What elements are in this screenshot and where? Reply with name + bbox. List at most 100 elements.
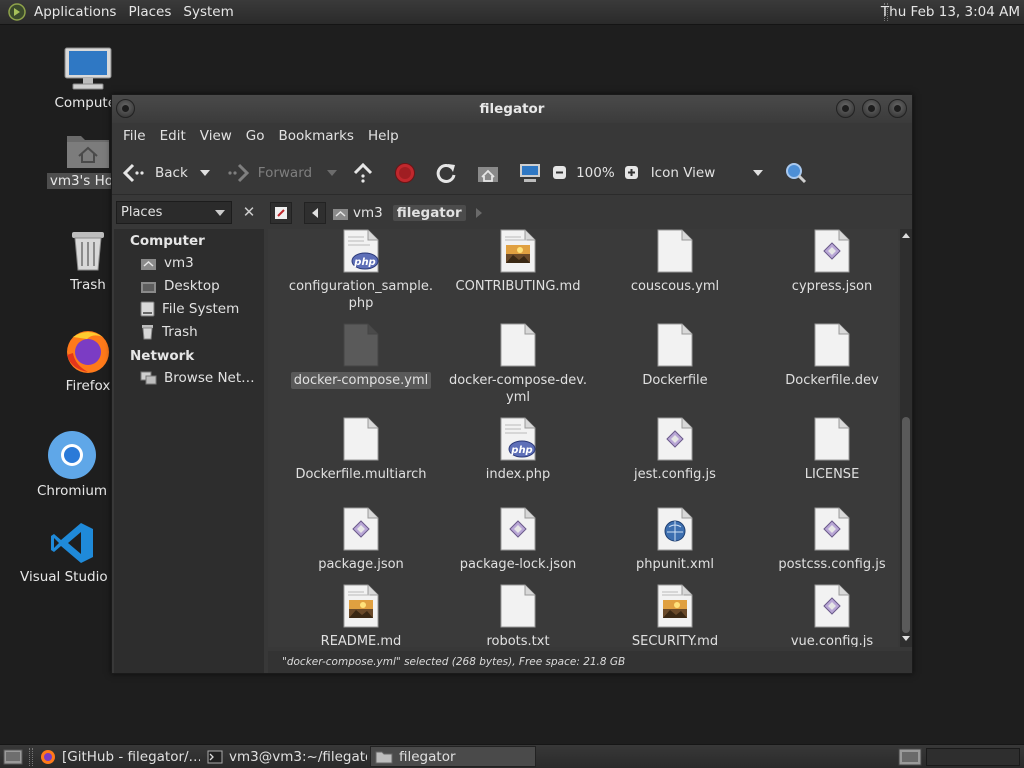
zoom-in-icon[interactable] — [624, 165, 639, 180]
file-item[interactable]: Dockerfile.multiarch — [283, 417, 439, 483]
sidebar-item-label: File System — [162, 301, 240, 317]
workspace-switcher-secondary[interactable] — [926, 748, 1020, 766]
file-name: Dockerfile.dev — [785, 373, 879, 388]
file-name: configuration_sample. php — [288, 279, 434, 311]
sidebar-item-vm3[interactable]: vm3 — [140, 255, 194, 271]
chevron-left-icon — [312, 208, 318, 218]
file-item[interactable]: jest.config.js — [597, 417, 753, 483]
taskbar-item-filegator[interactable]: filegator — [370, 746, 536, 767]
applications-menu[interactable]: Applications — [28, 4, 122, 20]
trash-icon — [68, 228, 108, 274]
php-file-icon: php — [500, 417, 536, 461]
search-icon[interactable] — [785, 162, 807, 184]
file-item[interactable]: php configuration_sample. php — [283, 229, 439, 312]
sidebar-mode-select[interactable]: Places — [116, 201, 232, 224]
forward-history-dropdown-icon[interactable] — [327, 169, 338, 176]
places-menu[interactable]: Places — [122, 4, 177, 20]
workspace-switcher-icon[interactable] — [898, 748, 922, 766]
file-name: package.json — [318, 557, 404, 572]
svg-text:php: php — [353, 257, 375, 268]
toolbar: Back Forward 100% Icon View — [112, 151, 912, 195]
scroll-up-icon[interactable] — [902, 233, 910, 238]
file-item[interactable]: docker-compose.yml — [283, 323, 439, 389]
menu-bar: File Edit View Go Bookmarks Help — [112, 123, 912, 149]
file-item[interactable]: robots.txt — [440, 584, 596, 647]
forward-arrow-icon — [226, 162, 250, 184]
php-file-icon: php — [343, 229, 379, 273]
file-item[interactable]: LICENSE — [754, 417, 898, 483]
sidebar-item-trash[interactable]: Trash — [140, 324, 198, 340]
edit-icon — [274, 206, 288, 220]
file-item[interactable]: package.json — [283, 507, 439, 573]
home-icon — [332, 206, 349, 221]
menu-bookmarks[interactable]: Bookmarks — [272, 128, 361, 144]
system-menu[interactable]: System — [177, 4, 239, 20]
minimize-button[interactable] — [836, 99, 855, 118]
file-name: phpunit.xml — [635, 557, 715, 572]
file-item[interactable]: Dockerfile.dev — [754, 323, 898, 389]
sidebar-item-desktop[interactable]: Desktop — [140, 278, 220, 294]
sidebar-item-file-system[interactable]: File System — [140, 301, 239, 317]
close-sidebar-icon[interactable]: ✕ — [237, 201, 261, 224]
firefox-icon — [63, 325, 113, 375]
path-crumb-filegator[interactable]: filegator — [392, 205, 466, 221]
close-button[interactable] — [888, 99, 907, 118]
sidebar-item-browse-network[interactable]: Browse Net… — [140, 370, 255, 386]
forward-label: Forward — [257, 164, 313, 181]
text-file-icon — [343, 417, 379, 461]
file-item[interactable]: Dockerfile — [597, 323, 753, 389]
taskbar-item-terminal[interactable]: vm3@vm3:~/filegator — [203, 746, 367, 767]
zoom-level[interactable]: 100% — [576, 165, 615, 181]
reload-icon[interactable] — [435, 162, 457, 184]
file-item[interactable]: phpunit.xml — [597, 507, 753, 573]
file-item[interactable]: docker-compose-dev. yml — [440, 323, 596, 406]
xml-file-icon — [657, 507, 693, 551]
back-button[interactable]: Back — [122, 162, 188, 184]
toggle-location-entry-button[interactable] — [270, 202, 292, 224]
vertical-scrollbar[interactable] — [900, 229, 912, 647]
computer-icon[interactable] — [518, 162, 542, 184]
sidebar-item-label: Desktop — [164, 278, 220, 294]
view-mode-select[interactable]: Icon View — [651, 165, 764, 181]
file-item[interactable]: php index.php — [440, 417, 596, 483]
file-item[interactable]: postcss.config.js — [754, 507, 898, 573]
menu-view[interactable]: View — [193, 128, 239, 144]
menu-help[interactable]: Help — [361, 128, 406, 144]
chevron-right-icon[interactable] — [475, 208, 482, 218]
back-history-dropdown-icon[interactable] — [199, 169, 210, 176]
window-menu-button[interactable] — [116, 99, 135, 118]
firefox-icon — [40, 749, 56, 765]
forward-button[interactable]: Forward — [226, 162, 312, 184]
file-item[interactable]: cypress.json — [754, 229, 898, 295]
file-item[interactable]: package-lock.json — [440, 507, 596, 573]
show-desktop-icon[interactable] — [3, 748, 23, 766]
up-arrow-icon[interactable] — [352, 162, 374, 184]
folder-icon — [375, 750, 393, 764]
script-file-icon — [814, 229, 850, 273]
file-item[interactable]: README.md — [283, 584, 439, 647]
path-crumb-vm3[interactable]: vm3 — [349, 205, 387, 221]
home-icon[interactable] — [476, 163, 500, 183]
taskbar-item-label: filegator — [399, 748, 456, 765]
file-name: SECURITY.md — [631, 634, 719, 647]
sidebar: Computer vm3 Desktop File System Trash N… — [114, 229, 264, 673]
back-arrow-icon — [122, 162, 146, 184]
taskbar-item-firefox[interactable]: [GitHub - filegator/… — [36, 746, 200, 767]
window-titlebar[interactable]: filegator — [112, 95, 912, 123]
zoom-out-icon[interactable] — [552, 165, 567, 180]
script-file-icon — [343, 507, 379, 551]
maximize-button[interactable] — [862, 99, 881, 118]
clock[interactable]: Thu Feb 13, 3:04 AM — [881, 4, 1020, 20]
file-item[interactable]: CONTRIBUTING.md — [440, 229, 596, 295]
scroll-down-icon[interactable] — [902, 636, 910, 641]
menu-edit[interactable]: Edit — [153, 128, 193, 144]
stop-icon[interactable] — [394, 162, 416, 184]
file-item[interactable]: SECURITY.md — [597, 584, 753, 647]
scroll-thumb[interactable] — [902, 417, 910, 633]
menu-go[interactable]: Go — [239, 128, 272, 144]
menu-file[interactable]: File — [116, 128, 153, 144]
file-item[interactable]: couscous.yml — [597, 229, 753, 295]
path-scroll-left-button[interactable] — [304, 202, 326, 224]
file-item[interactable]: vue.config.js — [754, 584, 898, 647]
distro-logo-icon[interactable] — [8, 3, 26, 21]
